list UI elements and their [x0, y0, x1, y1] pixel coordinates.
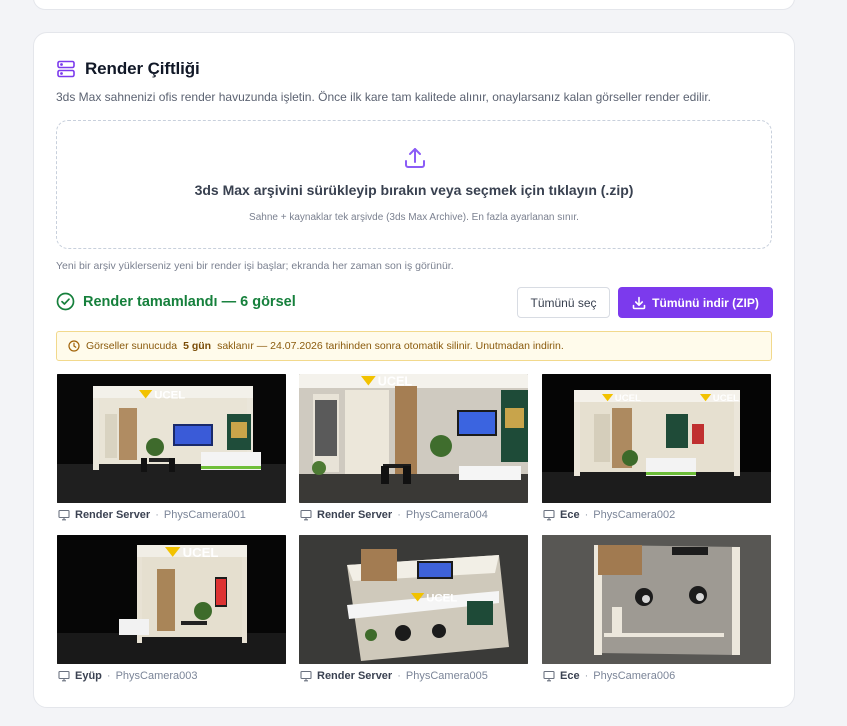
- check-circle-icon: [56, 292, 75, 311]
- dropzone-subtitle: Sahne + kaynaklar tek arşivde (3ds Max A…: [249, 212, 579, 223]
- monitor-icon: [543, 670, 555, 682]
- monitor-icon: [300, 509, 312, 521]
- previous-card: [33, 0, 795, 10]
- server-stack-icon: [56, 59, 76, 79]
- upload-hint: Yeni bir arşiv yüklerseniz yeni bir rend…: [56, 260, 454, 272]
- render-server-name: Render Server: [317, 670, 393, 682]
- svg-text:UCEL: UCEL: [615, 393, 641, 404]
- card-subtitle: 3ds Max sahnenizi ofis render havuzunda …: [56, 90, 712, 104]
- caption-separator: ·: [397, 509, 401, 521]
- render-image: UCEL: [57, 535, 286, 664]
- svg-text:UCEL: UCEL: [378, 374, 413, 388]
- render-thumbnail[interactable]: UCEL UCEL: [542, 374, 771, 503]
- render-status: Render tamamlandı — 6 görsel: [56, 292, 296, 311]
- render-server-name: Ece: [560, 509, 580, 521]
- notice-retention-days: 5 gün: [183, 340, 212, 352]
- monitor-icon: [58, 670, 70, 682]
- svg-text:UCEL: UCEL: [426, 593, 457, 605]
- download-all-zip-button[interactable]: Tümünü indir (ZIP): [618, 287, 773, 318]
- download-all-label: Tümünü indir (ZIP): [652, 295, 759, 310]
- select-all-button[interactable]: Tümünü seç: [517, 287, 610, 318]
- render-image: UCEL: [57, 374, 286, 503]
- render-caption: Render Server · PhysCamera005: [300, 670, 488, 682]
- render-image: UCEL: [299, 535, 528, 664]
- render-camera-name: PhysCamera002: [593, 509, 676, 521]
- render-server-name: Render Server: [317, 509, 393, 521]
- dropzone-title: 3ds Max arşivini sürükleyip bırakın veya…: [194, 182, 634, 198]
- caption-separator: ·: [584, 509, 589, 521]
- archive-dropzone[interactable]: 3ds Max arşivini sürükleyip bırakın veya…: [56, 120, 772, 249]
- render-caption: Eyüp · PhysCamera003: [58, 670, 198, 682]
- render-thumbnail[interactable]: UCEL: [57, 374, 286, 503]
- status-text: Render tamamlandı — 6 görsel: [83, 293, 296, 310]
- render-caption: Render Server · PhysCamera004: [300, 509, 488, 521]
- card-header: Render Çiftliği: [56, 59, 200, 79]
- render-caption: Ece · PhysCamera002: [543, 509, 675, 521]
- monitor-icon: [58, 509, 70, 521]
- caption-separator: ·: [155, 509, 159, 521]
- svg-text:UCEL: UCEL: [183, 545, 219, 560]
- monitor-icon: [543, 509, 555, 521]
- render-server-name: Ece: [560, 670, 580, 682]
- render-image: UCEL UCEL: [542, 374, 771, 503]
- upload-icon: [402, 145, 428, 171]
- card-title: Render Çiftliği: [85, 59, 200, 78]
- render-camera-name: PhysCamera005: [405, 670, 488, 682]
- svg-text:UCEL: UCEL: [154, 390, 185, 402]
- monitor-icon: [300, 670, 312, 682]
- render-caption: Render Server · PhysCamera001: [58, 509, 246, 521]
- render-image: [542, 535, 771, 664]
- download-icon: [632, 296, 646, 310]
- render-camera-name: PhysCamera006: [593, 670, 676, 682]
- render-image: UCEL: [299, 374, 528, 503]
- caption-separator: ·: [584, 670, 589, 682]
- notice-text-after: saklanır — 24.07.2026 tarihinden sonra o…: [217, 340, 564, 352]
- caption-separator: ·: [106, 670, 111, 682]
- render-thumbnail[interactable]: UCEL: [57, 535, 286, 664]
- render-camera-name: PhysCamera004: [405, 509, 488, 521]
- render-camera-name: PhysCamera001: [163, 509, 246, 521]
- render-farm-card: Render Çiftliği 3ds Max sahnenizi ofis r…: [33, 32, 795, 708]
- retention-notice: Görseller sunucuda 5 gün saklanır — 24.0…: [56, 331, 772, 361]
- render-server-name: Eyüp: [75, 670, 102, 682]
- render-thumbnail[interactable]: [542, 535, 771, 664]
- render-camera-name: PhysCamera003: [115, 670, 198, 682]
- render-server-name: Render Server: [75, 509, 151, 521]
- notice-text-before: Görseller sunucuda: [86, 340, 178, 352]
- render-thumbnail[interactable]: UCEL: [299, 374, 528, 503]
- render-thumbnail[interactable]: UCEL: [299, 535, 528, 664]
- svg-text:UCEL: UCEL: [713, 393, 739, 404]
- clock-icon: [68, 340, 80, 352]
- caption-separator: ·: [397, 670, 401, 682]
- render-caption: Ece · PhysCamera006: [543, 670, 675, 682]
